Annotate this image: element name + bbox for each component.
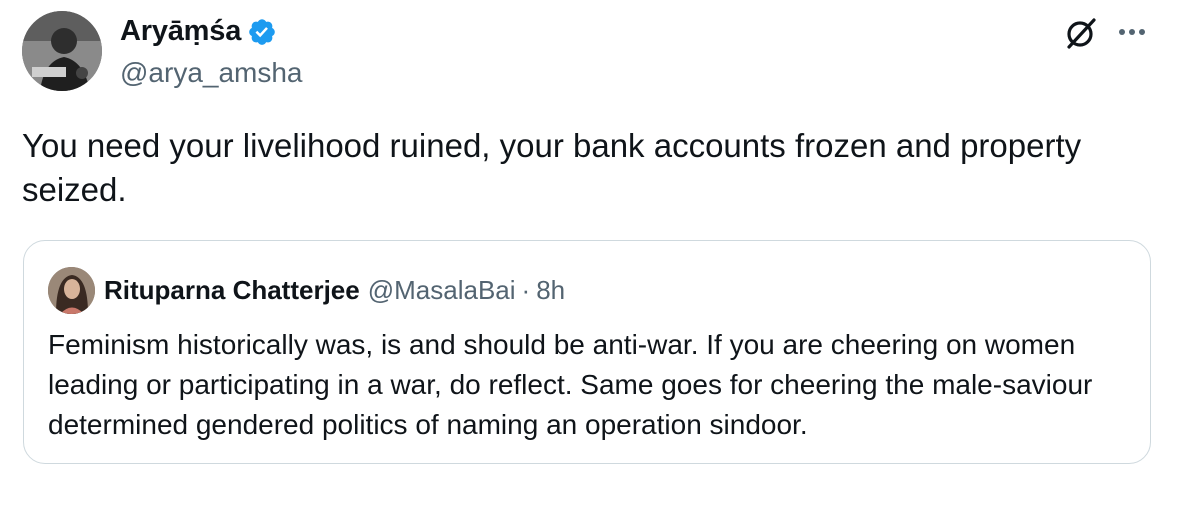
more-dot [1139,29,1145,35]
author-name[interactable]: Aryāṃśa [120,15,241,48]
quoted-author-avatar[interactable] [48,267,95,314]
quoted-author-handle[interactable]: @MasalaBai [368,275,516,306]
tweet-text: You need your livelihood ruined, your ba… [22,127,1082,208]
quoted-timestamp[interactable]: 8h [536,275,565,306]
author-handle[interactable]: @arya_amsha [120,57,303,89]
more-dot [1129,29,1135,35]
quoted-tweet-header: Rituparna Chatterjee @MasalaBai · 8h [104,275,565,306]
more-dot [1119,29,1125,35]
verified-badge-icon[interactable] [247,17,277,47]
avatar-image [22,11,102,91]
grok-icon[interactable] [1063,15,1099,51]
quoted-tweet-text: Feminism historically was, is and should… [48,329,1093,440]
quoted-author-name[interactable]: Rituparna Chatterjee [104,275,360,306]
quoted-tweet[interactable]: Rituparna Chatterjee @MasalaBai · 8h Fem… [23,240,1151,464]
author-avatar[interactable] [22,11,102,91]
separator-dot: · [521,275,531,305]
more-options-icon[interactable] [1112,14,1152,50]
tweet[interactable]: Aryāṃśa @arya_amsha You need your liveli… [0,0,1200,505]
quoted-avatar-image [48,267,95,314]
author-name-row: Aryāṃśa [120,15,277,48]
